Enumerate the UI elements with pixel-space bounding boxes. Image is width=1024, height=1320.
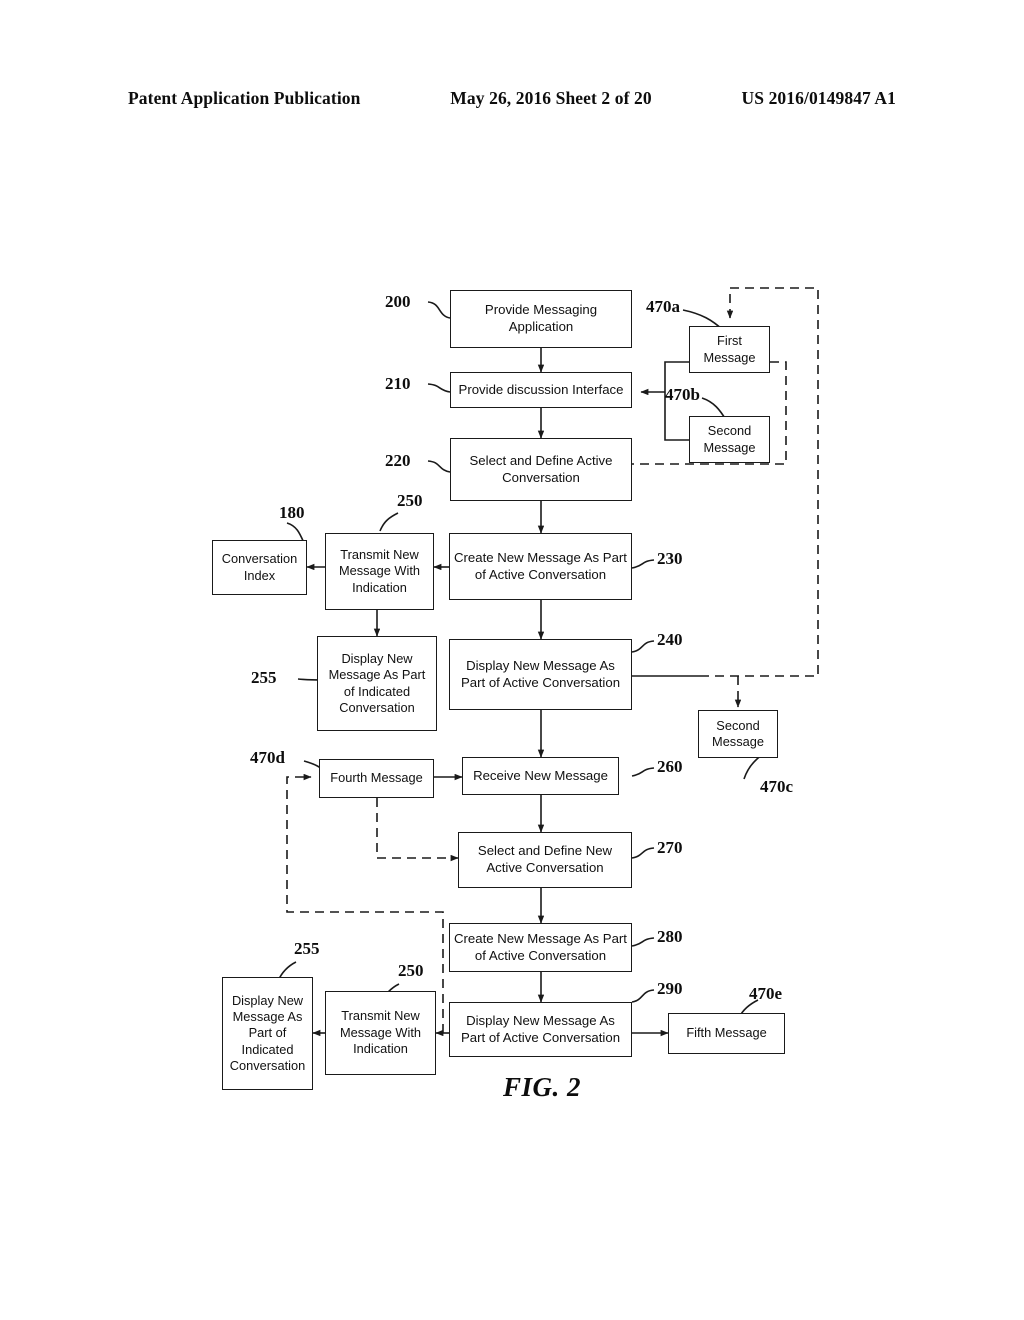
node-label: Display New Message As Part of Active Co… xyxy=(460,1012,621,1045)
node-select-define-active-conversation[interactable]: Select and Define Active Conversation xyxy=(450,438,632,501)
refnum-180: 180 xyxy=(279,503,305,522)
node-display-indicated-conversation-1[interactable]: Display New Message As Part of Indicated… xyxy=(317,636,437,731)
node-label: Provide discussion Interface xyxy=(458,381,624,397)
refnum-250-lower: 250 xyxy=(398,961,424,980)
node-label: Second Message xyxy=(712,717,764,749)
node-transmit-new-message-indication-2[interactable]: Transmit New Message With Indication xyxy=(325,991,436,1075)
node-label: Fifth Message xyxy=(686,1025,767,1041)
node-first-message[interactable]: First Message xyxy=(689,326,770,373)
node-fourth-message[interactable]: Fourth Message xyxy=(319,759,434,798)
figure-caption: FIG. 2 xyxy=(502,1072,581,1102)
refnum-270: 270 xyxy=(657,838,683,857)
node-fifth-message[interactable]: Fifth Message xyxy=(668,1013,785,1054)
node-display-new-message-active[interactable]: Display New Message As Part of Active Co… xyxy=(449,639,632,710)
refnum-470e: 470e xyxy=(749,984,783,1003)
node-label: Fourth Message xyxy=(330,770,423,786)
node-label: Display New Message As Part of Active Co… xyxy=(460,657,621,690)
node-second-message-470c[interactable]: Second Message xyxy=(698,710,778,758)
node-create-new-message-active[interactable]: Create New Message As Part of Active Con… xyxy=(449,533,632,600)
refnum-255-upper: 255 xyxy=(251,668,277,687)
refnum-210: 210 xyxy=(385,374,411,393)
refnum-280: 280 xyxy=(657,927,683,946)
patent-figure-page: Patent Application Publication May 26, 2… xyxy=(0,0,1024,1320)
refnum-250-upper: 250 xyxy=(397,491,423,510)
node-label: First Message xyxy=(703,333,756,365)
node-create-new-message-active-2[interactable]: Create New Message As Part of Active Con… xyxy=(449,923,632,972)
refnum-470c: 470c xyxy=(760,777,794,796)
node-provide-messaging-application[interactable]: Provide Messaging Application xyxy=(450,290,632,348)
node-label: Display New Message As Part of Indicated… xyxy=(328,650,426,715)
node-label: Select and Define Active Conversation xyxy=(469,452,613,485)
node-label: Conversation Index xyxy=(221,551,298,583)
refnum-220: 220 xyxy=(385,451,411,470)
node-second-message-470b[interactable]: Second Message xyxy=(689,416,770,463)
node-label: Display New Message As Part of Indicated… xyxy=(229,992,306,1074)
node-transmit-new-message-indication-1[interactable]: Transmit New Message With Indication xyxy=(325,533,434,610)
node-label: Select and Define New Active Conversatio… xyxy=(477,843,613,875)
node-display-new-message-active-2[interactable]: Display New Message As Part of Active Co… xyxy=(449,1002,632,1057)
refnum-260: 260 xyxy=(657,757,683,776)
node-conversation-index[interactable]: Conversation Index xyxy=(212,540,307,595)
node-label: Second Message xyxy=(703,423,756,455)
refnum-200: 200 xyxy=(385,292,411,311)
node-label: Receive New Message xyxy=(473,767,608,783)
node-label: Create New Message As Part of Active Con… xyxy=(454,549,627,582)
node-select-define-new-active-conversation[interactable]: Select and Define New Active Conversatio… xyxy=(458,832,632,888)
refnum-255-lower: 255 xyxy=(294,939,320,958)
refnum-240: 240 xyxy=(657,630,683,649)
figure-2-flowchart: Provide Messaging Application Provide di… xyxy=(0,0,1024,1320)
refnum-470d: 470d xyxy=(250,748,285,767)
refnum-470b: 470b xyxy=(665,385,700,404)
node-label: Create New Message As Part of Active Con… xyxy=(454,930,627,963)
node-label: Provide Messaging Application xyxy=(484,302,598,334)
node-display-indicated-conversation-2[interactable]: Display New Message As Part of Indicated… xyxy=(222,977,313,1090)
refnum-470a: 470a xyxy=(646,297,680,316)
node-label: Transmit New Message With Indication xyxy=(339,1008,422,1057)
refnum-230: 230 xyxy=(657,549,683,568)
node-label: Transmit New Message With Indication xyxy=(338,546,421,595)
node-provide-discussion-interface[interactable]: Provide discussion Interface xyxy=(450,372,632,408)
refnum-290: 290 xyxy=(657,979,683,998)
node-receive-new-message[interactable]: Receive New Message xyxy=(462,757,619,795)
